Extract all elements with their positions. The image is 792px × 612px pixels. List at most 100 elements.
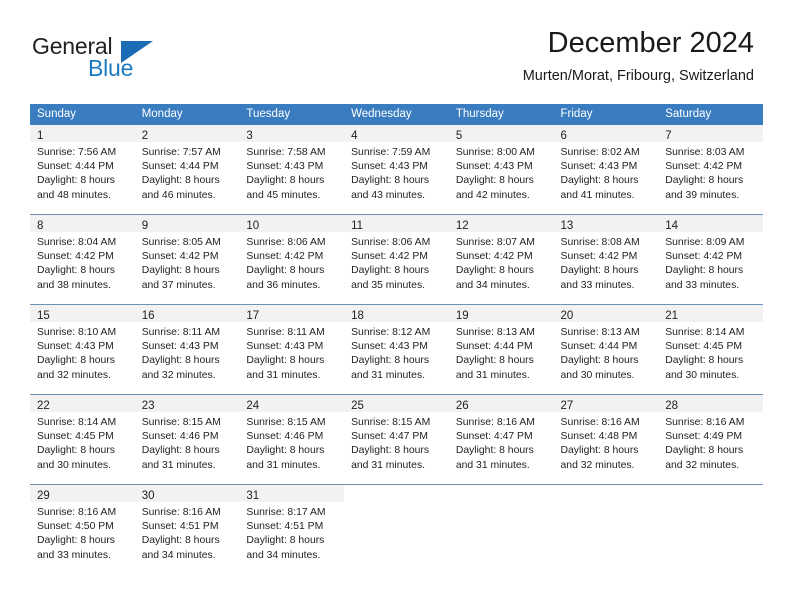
day-cell[interactable]: 6 Sunrise: 8:02 AM Sunset: 4:43 PM Daylight… bbox=[553, 125, 659, 215]
sunrise-text: Sunrise: 7:59 AM bbox=[351, 147, 431, 158]
day-number: 14 bbox=[665, 220, 679, 232]
day-cell[interactable]: 21 Sunrise: 8:14 AM Sunset: 4:45 PM Dayligh… bbox=[658, 304, 763, 395]
daylight-text-line1: Daylight: 8 hours bbox=[351, 265, 430, 277]
daylight-text-line2: and 30 minutes. bbox=[37, 459, 111, 471]
day-cell[interactable]: 18 Sunrise: 8:12 AM Sunset: 4:43 PM Dayligh… bbox=[344, 304, 449, 395]
day-cell-empty bbox=[448, 484, 554, 574]
sunset-text: Sunset: 4:42 PM bbox=[560, 251, 638, 263]
sunrise-text: Sunrise: 8:16 AM bbox=[455, 417, 535, 428]
day-cell[interactable]: 15 Sunrise: 8:10 AM Sunset: 4:43 PM Dayligh… bbox=[30, 304, 135, 395]
daylight-text-line2: and 31 minutes. bbox=[246, 369, 321, 381]
sunrise-text: Sunrise: 8:06 AM bbox=[246, 237, 326, 248]
sunset-text: Sunset: 4:51 PM bbox=[141, 521, 219, 533]
sunrise-text: Sunrise: 8:17 AM bbox=[246, 507, 326, 518]
daylight-text-line2: and 33 minutes. bbox=[665, 279, 740, 291]
day-cell[interactable]: 11 Sunrise: 8:06 AM Sunset: 4:42 PM Dayligh… bbox=[344, 214, 449, 305]
daylight-text-line2: and 32 minutes. bbox=[665, 459, 740, 471]
sunset-text: Sunset: 4:43 PM bbox=[455, 161, 533, 173]
weekday-header-tuesday: Tuesday bbox=[239, 104, 345, 125]
day-number: 2 bbox=[141, 130, 149, 142]
day-number: 24 bbox=[246, 400, 260, 412]
daylight-text-line2: and 34 minutes. bbox=[246, 549, 321, 561]
day-cell[interactable]: 9 Sunrise: 8:05 AM Sunset: 4:42 PM Daylight… bbox=[134, 214, 240, 305]
daylight-text-line2: and 34 minutes. bbox=[455, 279, 530, 291]
day-cell[interactable]: 12 Sunrise: 8:07 AM Sunset: 4:42 PM Dayligh… bbox=[448, 214, 554, 305]
sunrise-text: Sunrise: 8:00 AM bbox=[455, 147, 535, 158]
daylight-text-line1: Daylight: 8 hours bbox=[37, 445, 115, 457]
day-number: 31 bbox=[246, 490, 260, 502]
day-cell[interactable]: 16 Sunrise: 8:11 AM Sunset: 4:43 PM Dayligh… bbox=[134, 304, 240, 395]
day-number: 10 bbox=[246, 220, 260, 232]
daylight-text-line2: and 46 minutes. bbox=[141, 189, 216, 201]
day-cell-empty bbox=[553, 484, 659, 574]
daylight-text-line2: and 32 minutes. bbox=[37, 369, 111, 381]
day-cell[interactable]: 3 Sunrise: 7:58 AM Sunset: 4:43 PM Daylight… bbox=[239, 125, 345, 215]
daylight-text-line1: Daylight: 8 hours bbox=[665, 445, 744, 457]
day-number: 1 bbox=[37, 130, 44, 142]
daylight-text-line1: Daylight: 8 hours bbox=[560, 355, 639, 367]
day-number: 23 bbox=[141, 400, 155, 412]
sunrise-text: Sunrise: 8:16 AM bbox=[37, 507, 117, 518]
weekday-header-friday: Friday bbox=[553, 104, 659, 125]
sunrise-text: Sunrise: 8:14 AM bbox=[37, 417, 117, 428]
day-cell[interactable]: 1 Sunrise: 7:56 AM Sunset: 4:44 PM Daylight… bbox=[30, 125, 135, 215]
day-cell[interactable]: 19 Sunrise: 8:13 AM Sunset: 4:44 PM Dayligh… bbox=[448, 304, 554, 395]
sunrise-text: Sunrise: 8:02 AM bbox=[560, 147, 640, 158]
day-number: 3 bbox=[246, 130, 253, 142]
day-cell[interactable]: 28 Sunrise: 8:16 AM Sunset: 4:49 PM Dayligh… bbox=[658, 394, 763, 485]
daylight-text-line2: and 37 minutes. bbox=[141, 279, 216, 291]
day-cell[interactable]: 22 Sunrise: 8:14 AM Sunset: 4:45 PM Dayligh… bbox=[30, 394, 135, 485]
daylight-text-line2: and 48 minutes. bbox=[37, 189, 111, 201]
sunrise-text: Sunrise: 8:15 AM bbox=[351, 417, 431, 428]
day-cell[interactable]: 31 Sunrise: 8:17 AM Sunset: 4:51 PM Dayligh… bbox=[239, 484, 345, 574]
sunset-text: Sunset: 4:46 PM bbox=[141, 431, 219, 443]
sunrise-text: Sunrise: 8:09 AM bbox=[665, 237, 745, 248]
day-number: 17 bbox=[246, 310, 260, 322]
day-cell[interactable]: 4 Sunrise: 7:59 AM Sunset: 4:43 PM Daylight… bbox=[344, 125, 449, 215]
day-number: 30 bbox=[141, 490, 155, 502]
daylight-text-line2: and 33 minutes. bbox=[37, 549, 111, 561]
day-cell[interactable]: 10 Sunrise: 8:06 AM Sunset: 4:42 PM Dayligh… bbox=[239, 214, 345, 305]
day-cell[interactable]: 14 Sunrise: 8:09 AM Sunset: 4:42 PM Dayligh… bbox=[658, 214, 763, 305]
day-cell[interactable]: 30 Sunrise: 8:16 AM Sunset: 4:51 PM Dayligh… bbox=[134, 484, 240, 574]
day-number: 4 bbox=[351, 130, 358, 142]
day-cell[interactable]: 8 Sunrise: 8:04 AM Sunset: 4:42 PM Daylight… bbox=[30, 214, 135, 305]
sunrise-text: Sunrise: 7:58 AM bbox=[246, 147, 326, 158]
sunset-text: Sunset: 4:42 PM bbox=[665, 251, 743, 263]
day-cell[interactable]: 17 Sunrise: 8:11 AM Sunset: 4:43 PM Dayligh… bbox=[239, 304, 345, 395]
sunset-text: Sunset: 4:49 PM bbox=[665, 431, 743, 443]
sunrise-text: Sunrise: 8:13 AM bbox=[560, 327, 640, 338]
sunrise-text: Sunrise: 8:16 AM bbox=[141, 507, 221, 518]
day-cell[interactable]: 2 Sunrise: 7:57 AM Sunset: 4:44 PM Daylight… bbox=[134, 125, 240, 215]
week-row: 8 Sunrise: 8:04 AM Sunset: 4:42 PM Daylight… bbox=[30, 214, 763, 305]
daylight-text-line1: Daylight: 8 hours bbox=[455, 175, 534, 187]
daylight-text-line1: Daylight: 8 hours bbox=[351, 445, 430, 457]
daylight-text-line2: and 30 minutes. bbox=[560, 369, 635, 381]
sunset-text: Sunset: 4:42 PM bbox=[351, 251, 428, 263]
day-cell[interactable]: 7 Sunrise: 8:03 AM Sunset: 4:42 PM Daylight… bbox=[658, 125, 763, 215]
sunset-text: Sunset: 4:44 PM bbox=[141, 161, 219, 173]
day-cell[interactable]: 27 Sunrise: 8:16 AM Sunset: 4:48 PM Dayligh… bbox=[553, 394, 659, 485]
sunset-text: Sunset: 4:45 PM bbox=[37, 431, 114, 443]
daylight-text-line1: Daylight: 8 hours bbox=[246, 175, 325, 187]
day-cell[interactable]: 25 Sunrise: 8:15 AM Sunset: 4:47 PM Dayligh… bbox=[344, 394, 449, 485]
sunset-text: Sunset: 4:44 PM bbox=[455, 341, 533, 353]
day-number: 8 bbox=[37, 220, 44, 232]
daylight-text-line2: and 32 minutes. bbox=[141, 369, 216, 381]
day-cell[interactable]: 29 Sunrise: 8:16 AM Sunset: 4:50 PM Dayligh… bbox=[30, 484, 135, 574]
day-cell[interactable]: 13 Sunrise: 8:08 AM Sunset: 4:42 PM Dayligh… bbox=[553, 214, 659, 305]
daylight-text-line2: and 31 minutes. bbox=[246, 459, 321, 471]
sunset-text: Sunset: 4:50 PM bbox=[37, 521, 114, 533]
sunset-text: Sunset: 4:42 PM bbox=[141, 251, 219, 263]
day-cell[interactable]: 24 Sunrise: 8:15 AM Sunset: 4:46 PM Dayligh… bbox=[239, 394, 345, 485]
day-cell[interactable]: 20 Sunrise: 8:13 AM Sunset: 4:44 PM Dayligh… bbox=[553, 304, 659, 395]
day-cell[interactable]: 5 Sunrise: 8:00 AM Sunset: 4:43 PM Daylight… bbox=[448, 125, 554, 215]
day-cell[interactable]: 26 Sunrise: 8:16 AM Sunset: 4:47 PM Dayligh… bbox=[448, 394, 554, 485]
week-row: 15 Sunrise: 8:10 AM Sunset: 4:43 PM Dayligh… bbox=[30, 304, 763, 395]
day-number: 5 bbox=[455, 130, 463, 142]
title-block: December 2024 Murten/Morat, Fribourg, Sw… bbox=[523, 26, 754, 86]
sunrise-text: Sunrise: 8:11 AM bbox=[141, 327, 221, 338]
sunrise-text: Sunrise: 8:05 AM bbox=[141, 237, 221, 248]
day-cell[interactable]: 23 Sunrise: 8:15 AM Sunset: 4:46 PM Dayligh… bbox=[134, 394, 240, 485]
brand-logo[interactable]: General Blue bbox=[32, 33, 222, 85]
